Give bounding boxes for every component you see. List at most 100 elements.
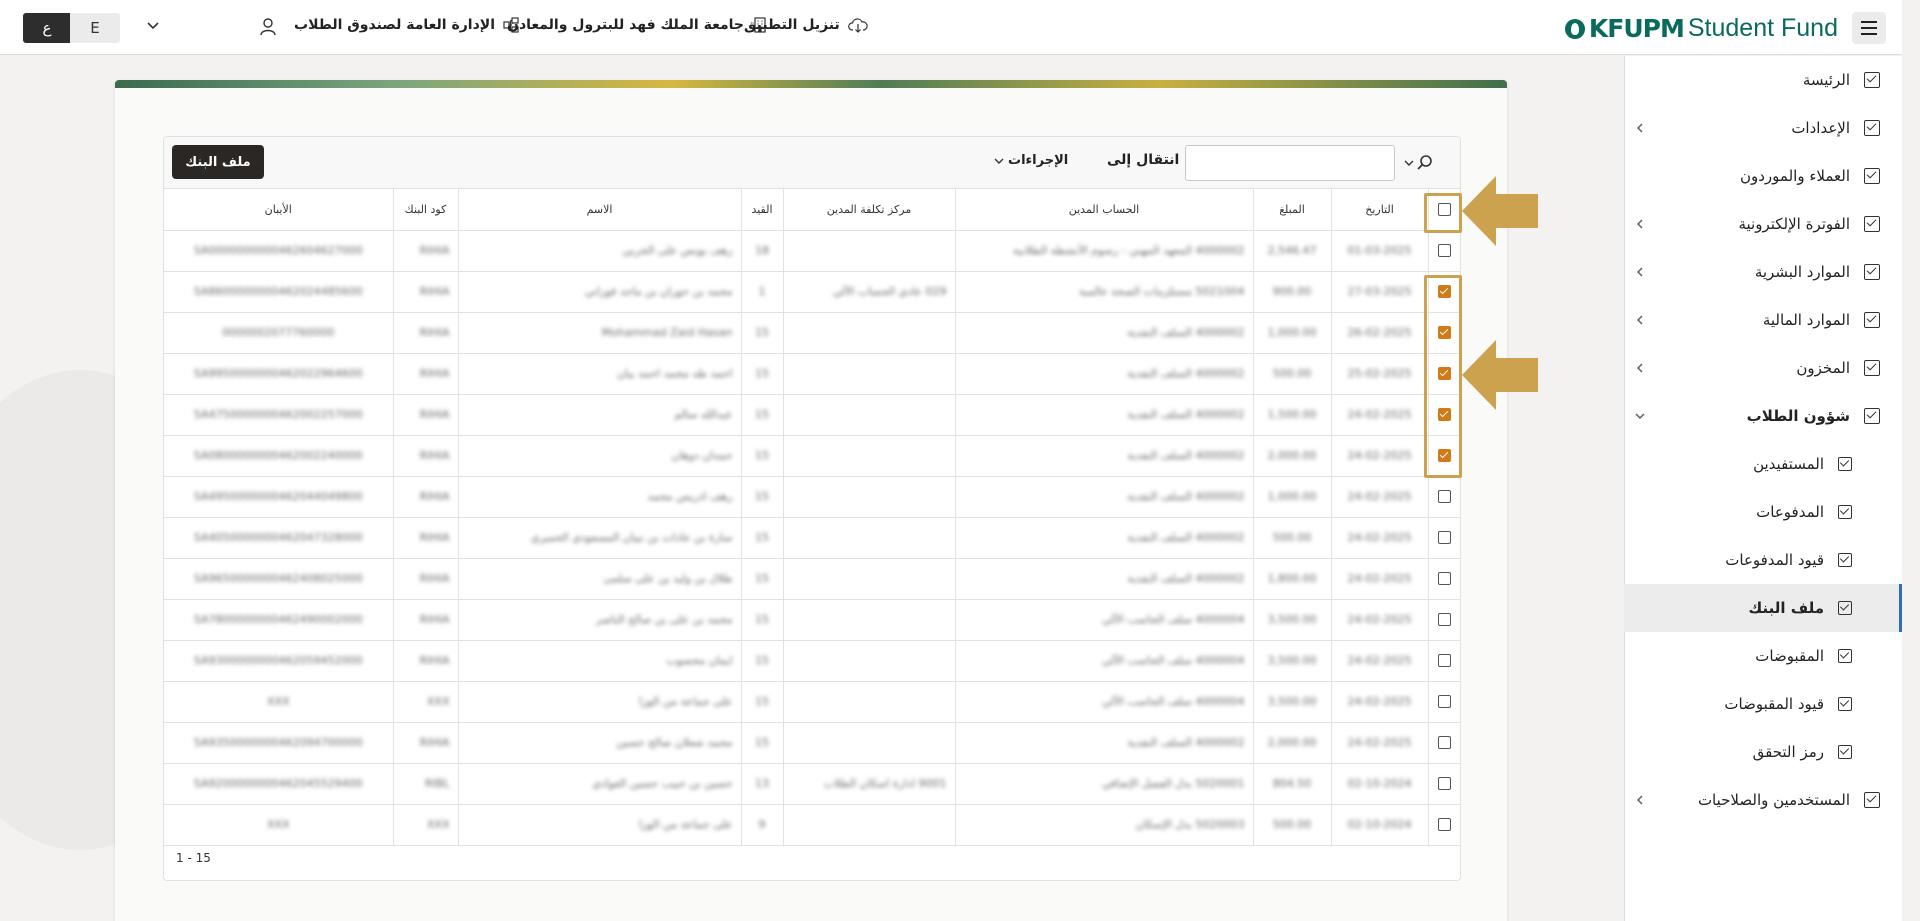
lang-english-button[interactable]: E bbox=[70, 13, 120, 43]
table-row[interactable]: 27-03-2025 900.00 5021004 مستلزمات الصحة ع… bbox=[164, 271, 1461, 313]
row-checkbox[interactable] bbox=[1437, 613, 1451, 627]
row-checkbox[interactable] bbox=[1437, 736, 1451, 750]
column-header[interactable]: الحساب المدين bbox=[955, 189, 1254, 231]
row-checkbox[interactable] bbox=[1437, 531, 1451, 545]
table-cell: SA9950000000462022964600 bbox=[164, 353, 394, 395]
table-row[interactable]: 24-02-2025 1,500.00 4000002 السلف النقدية 1… bbox=[164, 394, 1461, 436]
table-row[interactable]: 24-02-2025 3,500.00 4000004 سلف الحاسب الآ… bbox=[164, 599, 1461, 641]
nav-item-receipt-entries[interactable]: قيود المقبوضات bbox=[1624, 680, 1902, 728]
row-checkbox[interactable] bbox=[1437, 244, 1451, 258]
chevron-left-icon bbox=[1637, 795, 1643, 805]
nav-item-payment-entries[interactable]: قيود المدفوعات bbox=[1624, 536, 1902, 584]
table-row[interactable]: 02-10-2024 804.50 5020001 بدل الفصل الإضاف… bbox=[164, 763, 1461, 805]
column-header[interactable]: الأيبان bbox=[164, 189, 394, 231]
table-cell: 24-02-2025 bbox=[1331, 476, 1429, 518]
nav-item-home[interactable]: الرئيسة bbox=[1624, 56, 1902, 104]
table-cell: SA0800000000462002240000 bbox=[164, 435, 394, 477]
table-cell: Mohammad Zaid Hasan bbox=[458, 312, 742, 354]
nav-item-financial-resources[interactable]: الموارد المالية bbox=[1624, 296, 1902, 344]
row-checkbox[interactable] bbox=[1437, 777, 1451, 791]
table-cell: RIHIA bbox=[393, 722, 459, 764]
table-row[interactable]: 24-02-2025 3,500.00 4000004 سلف الحاسب الآ… bbox=[164, 640, 1461, 682]
table-cell: RIHIA bbox=[393, 271, 459, 313]
table-cell: XXX bbox=[164, 804, 394, 846]
row-checkbox[interactable] bbox=[1437, 654, 1451, 668]
nav-item-customers-suppliers[interactable]: العملاء والموردون bbox=[1624, 152, 1902, 200]
nav-item-student-affairs[interactable]: شؤون الطلاب bbox=[1624, 392, 1902, 440]
table-cell bbox=[783, 681, 956, 723]
nav-item-payments[interactable]: المدفوعات bbox=[1624, 488, 1902, 536]
row-checkbox[interactable] bbox=[1437, 818, 1451, 832]
nav-item-e-invoicing[interactable]: الفوترة الإلكترونية bbox=[1624, 200, 1902, 248]
column-header[interactable]: مركز تكلفة المدين bbox=[783, 189, 956, 231]
table-row[interactable]: 24-02-2025 2,000.00 4000002 السلف النقدية 1… bbox=[164, 722, 1461, 764]
table-row[interactable]: 26-02-2025 1,000.00 4000002 السلف النقدية 1… bbox=[164, 312, 1461, 354]
university-link[interactable]: جامعة الملك فهد للبترول والمعادن bbox=[507, 17, 768, 33]
table-row[interactable]: 01-03-2025 2,546.47 4000002 المعهد المهني … bbox=[164, 230, 1461, 272]
row-checkbox[interactable] bbox=[1437, 490, 1451, 504]
table-cell: SA9650000000462408025000 bbox=[164, 558, 394, 600]
actions-menu-button[interactable]: الإجراءات bbox=[994, 153, 1068, 168]
row-checkbox[interactable] bbox=[1437, 695, 1451, 709]
university-label: جامعة الملك فهد للبترول والمعادن bbox=[507, 17, 744, 33]
table-row[interactable]: 02-10-2024 500.00 5020003 بدل الإسكان 9 على … bbox=[164, 804, 1461, 846]
selected-rows-highlight bbox=[1424, 275, 1462, 478]
nav-item-receipts[interactable]: المقبوضات bbox=[1624, 632, 1902, 680]
nav-item-bank-file[interactable]: ملف البنك bbox=[1624, 584, 1902, 632]
chevron-down-icon[interactable] bbox=[146, 18, 160, 32]
table-row[interactable]: 24-02-2025 1,000.00 4000002 السلف النقدية 1… bbox=[164, 476, 1461, 518]
table-cell: عبدالله سالم bbox=[458, 394, 742, 436]
nav-item-verification-code[interactable]: رمز التحقق bbox=[1624, 728, 1902, 776]
search-column-button[interactable] bbox=[1404, 152, 1444, 174]
column-header[interactable]: التاريخ bbox=[1331, 189, 1429, 231]
table-cell: محمد بن حوران بن ماجد فوزاني bbox=[458, 271, 742, 313]
download-app-link[interactable]: تنزيل التطبيق bbox=[744, 17, 868, 33]
table-cell bbox=[783, 804, 956, 846]
column-header[interactable]: الاسم bbox=[458, 189, 742, 231]
nav-item-inventory[interactable]: المخزون bbox=[1624, 344, 1902, 392]
table-cell: 02-10-2024 bbox=[1331, 763, 1429, 805]
row-select-cell bbox=[1428, 476, 1461, 518]
download-label: تنزيل التطبيق bbox=[744, 17, 840, 33]
nav-item-users-permissions[interactable]: المستخدمين والصلاحيات bbox=[1624, 776, 1902, 824]
lang-arabic-button[interactable]: ع bbox=[23, 13, 71, 43]
table-cell: 27-03-2025 bbox=[1331, 271, 1429, 313]
checkbox-icon bbox=[1864, 168, 1880, 184]
table-cell bbox=[783, 558, 956, 600]
bank-file-button[interactable]: ملف البنك bbox=[172, 145, 264, 179]
admin-link[interactable]: الإدارة العامة لصندوق الطلاب bbox=[294, 17, 519, 33]
nav-item-settings[interactable]: الإعدادات bbox=[1624, 104, 1902, 152]
table-cell bbox=[783, 722, 956, 764]
table-cell: 24-02-2025 bbox=[1331, 599, 1429, 641]
chevron-left-icon bbox=[1637, 123, 1643, 133]
nav-item-human-resources[interactable]: الموارد البشرية bbox=[1624, 248, 1902, 296]
table-row[interactable]: 24-02-2025 500.00 4000002 السلف النقدية 15 س… bbox=[164, 517, 1461, 559]
table-cell: RIHIA bbox=[393, 435, 459, 477]
row-checkbox[interactable] bbox=[1437, 572, 1451, 586]
table-cell: XXX bbox=[164, 681, 394, 723]
table-cell bbox=[783, 435, 956, 477]
search-input[interactable] bbox=[1185, 145, 1395, 181]
checkbox-icon bbox=[1838, 553, 1852, 567]
row-select-cell bbox=[1428, 558, 1461, 600]
table-row[interactable]: 24-02-2025 3,500.00 4000004 سلف الحاسب الآ… bbox=[164, 681, 1461, 723]
table-cell: رهف يونس على الحربي bbox=[458, 230, 742, 272]
bank-file-table: التاريخ المبلغ الحساب المدين مركز تكلفة الم… bbox=[164, 189, 1461, 846]
table-cell: 900.00 bbox=[1253, 271, 1332, 313]
column-header[interactable]: كود البنك bbox=[393, 189, 459, 231]
search-icon bbox=[1417, 155, 1432, 170]
table-row[interactable]: 24-02-2025 1,800.00 4000002 السلف النقدية 1… bbox=[164, 558, 1461, 600]
column-header[interactable]: القيد bbox=[741, 189, 784, 231]
user-icon[interactable] bbox=[258, 17, 278, 37]
table-row[interactable]: 25-02-2025 500.00 4000002 السلف النقدية 15 ا… bbox=[164, 353, 1461, 395]
column-header[interactable]: المبلغ bbox=[1253, 189, 1332, 231]
table-cell bbox=[783, 476, 956, 518]
table-cell bbox=[783, 230, 956, 272]
checkbox-icon bbox=[1838, 505, 1852, 519]
table-cell: 0000002077760000 bbox=[164, 312, 394, 354]
nav-item-beneficiaries[interactable]: المستفيدين bbox=[1624, 440, 1902, 488]
table-cell: 24-02-2025 bbox=[1331, 394, 1429, 436]
menu-toggle-button[interactable] bbox=[1852, 12, 1886, 44]
table-cell: محمد شعلان صالح حسين bbox=[458, 722, 742, 764]
table-row[interactable]: 24-02-2025 2,000.00 4000002 السلف النقدية 1… bbox=[164, 435, 1461, 477]
